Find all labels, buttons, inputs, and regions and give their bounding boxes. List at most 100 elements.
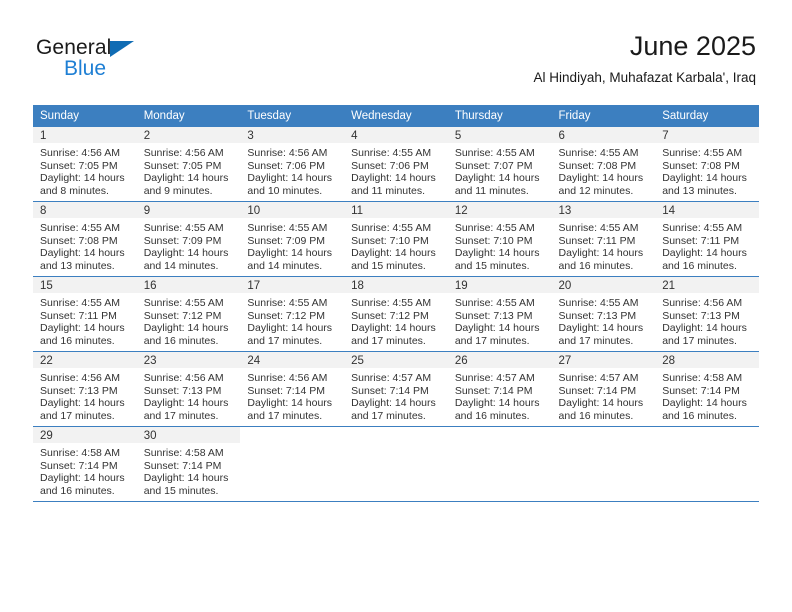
day-cell[interactable]: 11 Sunrise: 4:55 AM Sunset: 7:10 PM Dayl… (344, 201, 448, 277)
calendar-page: General Blue June 2025 Al Hindiyah, Muha… (0, 0, 792, 612)
day-number: 20 (551, 277, 656, 293)
day-number: 22 (33, 352, 137, 368)
sunset-text: Sunset: 7:13 PM (454, 309, 533, 322)
day-cell[interactable]: 1 Sunrise: 4:56 AM Sunset: 7:05 PM Dayli… (33, 127, 137, 202)
sunrise-text: Sunrise: 4:55 AM (247, 222, 328, 234)
daylight-text-line2: and 15 minutes. (454, 259, 530, 272)
day-details: Sunrise: 4:57 AM Sunset: 7:14 PM Dayligh… (344, 368, 448, 422)
day-cell-empty (551, 426, 656, 502)
day-number: 25 (344, 352, 448, 368)
day-details: Sunrise: 4:55 AM Sunset: 7:11 PM Dayligh… (552, 218, 656, 272)
day-number: 18 (344, 277, 448, 293)
sunrise-text: Sunrise: 4:55 AM (143, 222, 224, 234)
daylight-text-line2: and 17 minutes. (40, 409, 115, 422)
sunset-text: Sunset: 7:06 PM (351, 159, 429, 172)
day-cell[interactable]: 15 Sunrise: 4:55 AM Sunset: 7:11 PM Dayl… (33, 276, 137, 352)
day-details: Sunrise: 4:55 AM Sunset: 7:07 PM Dayligh… (448, 143, 552, 197)
day-number (240, 427, 345, 443)
weekday-header-sunday: Sunday (33, 105, 137, 127)
day-cell[interactable]: 20 Sunrise: 4:55 AM Sunset: 7:13 PM Dayl… (551, 276, 656, 352)
day-number: 19 (447, 277, 552, 293)
day-cell[interactable]: 10 Sunrise: 4:55 AM Sunset: 7:09 PM Dayl… (240, 201, 345, 277)
day-cell[interactable]: 2 Sunrise: 4:56 AM Sunset: 7:05 PM Dayli… (136, 127, 241, 202)
day-cell[interactable]: 27 Sunrise: 4:57 AM Sunset: 7:14 PM Dayl… (551, 351, 656, 427)
day-cell[interactable]: 18 Sunrise: 4:55 AM Sunset: 7:12 PM Dayl… (344, 276, 448, 352)
day-cell[interactable]: 12 Sunrise: 4:55 AM Sunset: 7:10 PM Dayl… (447, 201, 552, 277)
daylight-text-line1: Daylight: 14 hours (143, 172, 229, 185)
calendar-body: 1 Sunrise: 4:56 AM Sunset: 7:05 PM Dayli… (33, 127, 759, 502)
day-details: Sunrise: 4:55 AM Sunset: 7:13 PM Dayligh… (448, 293, 552, 347)
day-details: Sunrise: 4:58 AM Sunset: 7:14 PM Dayligh… (655, 368, 759, 422)
daylight-text-line2: and 14 minutes. (247, 259, 323, 272)
day-cell[interactable]: 16 Sunrise: 4:55 AM Sunset: 7:12 PM Dayl… (136, 276, 241, 352)
day-cell[interactable]: 28 Sunrise: 4:58 AM Sunset: 7:14 PM Dayl… (655, 351, 759, 427)
daylight-text-line1: Daylight: 14 hours (558, 247, 644, 260)
day-cell[interactable]: 24 Sunrise: 4:56 AM Sunset: 7:14 PM Dayl… (240, 351, 345, 427)
sunset-text: Sunset: 7:12 PM (247, 309, 326, 322)
day-cell[interactable]: 7 Sunrise: 4:55 AM Sunset: 7:08 PM Dayli… (655, 127, 759, 202)
day-number (655, 427, 759, 443)
day-cell[interactable]: 30 Sunrise: 4:58 AM Sunset: 7:14 PM Dayl… (136, 426, 241, 502)
sunset-text: Sunset: 7:11 PM (558, 234, 636, 247)
sunrise-text: Sunrise: 4:55 AM (662, 147, 743, 159)
day-cell[interactable]: 6 Sunrise: 4:55 AM Sunset: 7:08 PM Dayli… (551, 127, 656, 202)
sunset-text: Sunset: 7:08 PM (40, 234, 118, 247)
sunset-text: Sunset: 7:13 PM (143, 384, 222, 397)
day-cell[interactable]: 23 Sunrise: 4:56 AM Sunset: 7:13 PM Dayl… (136, 351, 241, 427)
calendar-week-row: 29 Sunrise: 4:58 AM Sunset: 7:14 PM Dayl… (33, 426, 759, 502)
sunrise-text: Sunrise: 4:58 AM (143, 447, 224, 459)
day-cell[interactable]: 4 Sunrise: 4:55 AM Sunset: 7:06 PM Dayli… (344, 127, 448, 202)
day-number: 1 (33, 127, 137, 143)
daylight-text-line2: and 17 minutes. (247, 334, 323, 347)
day-cell[interactable]: 13 Sunrise: 4:55 AM Sunset: 7:11 PM Dayl… (551, 201, 656, 277)
day-cell[interactable]: 25 Sunrise: 4:57 AM Sunset: 7:14 PM Dayl… (344, 351, 448, 427)
day-number (447, 427, 552, 443)
day-cell[interactable]: 3 Sunrise: 4:56 AM Sunset: 7:06 PM Dayli… (240, 127, 345, 202)
daylight-text-line2: and 17 minutes. (143, 409, 219, 422)
sunrise-text: Sunrise: 4:55 AM (558, 222, 639, 234)
day-cell[interactable]: 22 Sunrise: 4:56 AM Sunset: 7:13 PM Dayl… (33, 351, 137, 427)
day-cell[interactable]: 14 Sunrise: 4:55 AM Sunset: 7:11 PM Dayl… (655, 201, 759, 277)
day-details: Sunrise: 4:56 AM Sunset: 7:13 PM Dayligh… (137, 368, 241, 422)
sunrise-text: Sunrise: 4:56 AM (247, 147, 328, 159)
day-number: 15 (33, 277, 137, 293)
daylight-text-line1: Daylight: 14 hours (247, 322, 333, 335)
daylight-text-line2: and 14 minutes. (143, 259, 219, 272)
sunset-text: Sunset: 7:13 PM (662, 309, 740, 322)
day-cell[interactable]: 21 Sunrise: 4:56 AM Sunset: 7:13 PM Dayl… (655, 276, 759, 352)
sunset-text: Sunset: 7:14 PM (351, 384, 429, 397)
daylight-text-line2: and 17 minutes. (662, 334, 737, 347)
day-details: Sunrise: 4:55 AM Sunset: 7:08 PM Dayligh… (552, 143, 656, 197)
day-number: 24 (240, 352, 345, 368)
daylight-text-line1: Daylight: 14 hours (454, 172, 540, 185)
day-cell[interactable]: 8 Sunrise: 4:55 AM Sunset: 7:08 PM Dayli… (33, 201, 137, 277)
sunset-text: Sunset: 7:10 PM (454, 234, 533, 247)
title-block: June 2025 Al Hindiyah, Muhafazat Karbala… (534, 30, 756, 86)
sunrise-text: Sunrise: 4:55 AM (662, 222, 743, 234)
daylight-text-line2: and 16 minutes. (143, 334, 219, 347)
sunrise-text: Sunrise: 4:56 AM (143, 147, 224, 159)
day-cell[interactable]: 29 Sunrise: 4:58 AM Sunset: 7:14 PM Dayl… (33, 426, 137, 502)
daylight-text-line2: and 8 minutes. (40, 184, 109, 197)
day-cell[interactable]: 19 Sunrise: 4:55 AM Sunset: 7:13 PM Dayl… (447, 276, 552, 352)
day-cell[interactable]: 17 Sunrise: 4:55 AM Sunset: 7:12 PM Dayl… (240, 276, 345, 352)
general-blue-logo[interactable]: General Blue (36, 36, 246, 84)
sunset-text: Sunset: 7:12 PM (143, 309, 222, 322)
sunrise-text: Sunrise: 4:55 AM (40, 297, 120, 309)
daylight-text-line2: and 16 minutes. (40, 484, 115, 497)
day-cell[interactable]: 9 Sunrise: 4:55 AM Sunset: 7:09 PM Dayli… (136, 201, 241, 277)
daylight-text-line2: and 13 minutes. (662, 184, 737, 197)
day-cell[interactable]: 5 Sunrise: 4:55 AM Sunset: 7:07 PM Dayli… (447, 127, 552, 202)
daylight-text-line1: Daylight: 14 hours (143, 247, 229, 260)
daylight-text-line2: and 12 minutes. (558, 184, 634, 197)
day-number: 11 (344, 202, 448, 218)
day-number: 23 (136, 352, 241, 368)
day-number: 29 (33, 427, 137, 443)
daylight-text-line1: Daylight: 14 hours (558, 172, 644, 185)
page-title: June 2025 (629, 31, 756, 61)
day-cell[interactable]: 26 Sunrise: 4:57 AM Sunset: 7:14 PM Dayl… (447, 351, 552, 427)
daylight-text-line1: Daylight: 14 hours (662, 322, 747, 335)
calendar-table: Sunday Monday Tuesday Wednesday Thursday… (33, 105, 759, 502)
weekday-header-row: Sunday Monday Tuesday Wednesday Thursday… (33, 105, 759, 127)
sunrise-text: Sunrise: 4:55 AM (454, 147, 535, 159)
